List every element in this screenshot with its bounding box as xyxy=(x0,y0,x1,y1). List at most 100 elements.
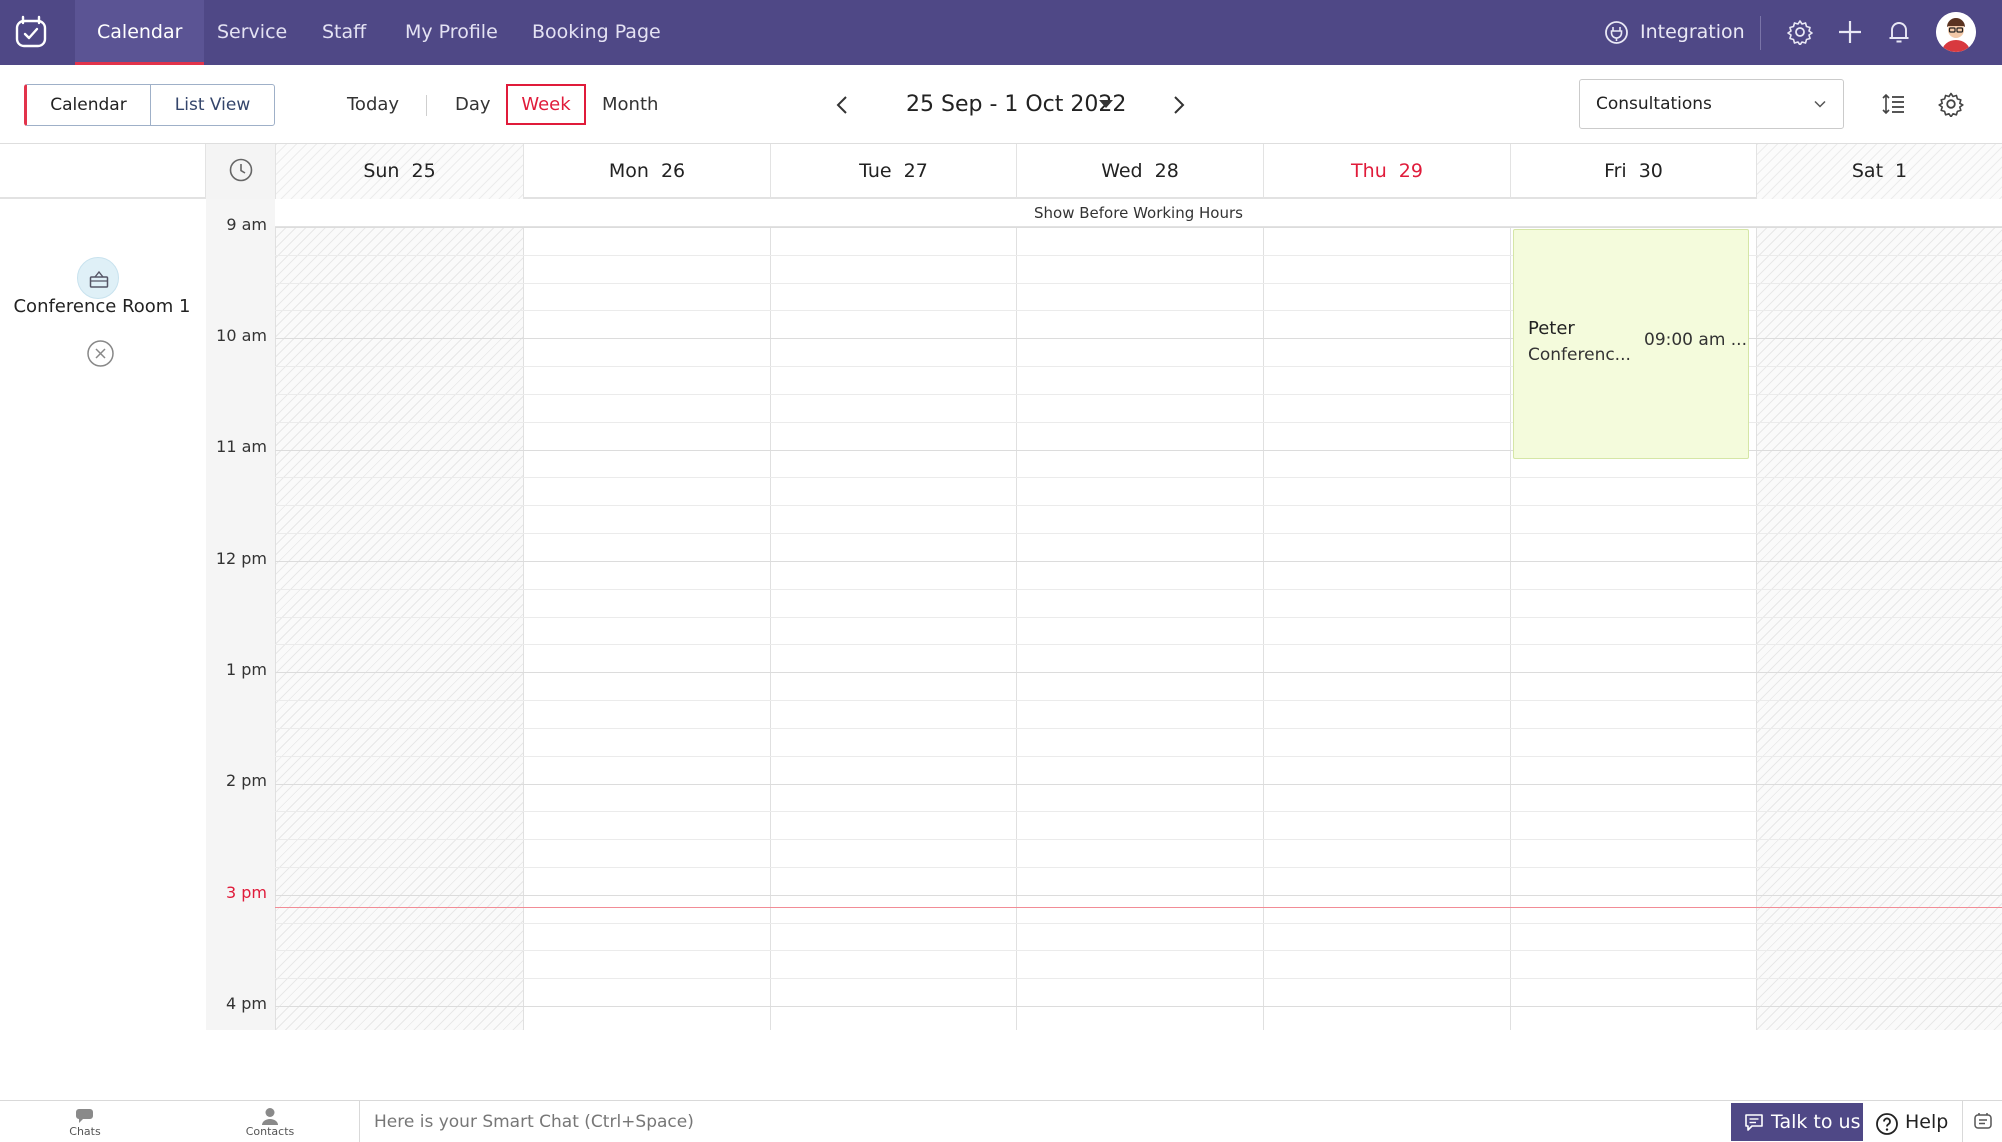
day-header-fri[interactable]: Fri 30 xyxy=(1510,144,1756,199)
sort-density-icon[interactable] xyxy=(1881,91,1907,117)
tab-my-profile[interactable]: My Profile xyxy=(405,0,498,65)
app-logo-icon[interactable] xyxy=(14,15,48,49)
grid-line xyxy=(275,477,2002,478)
day-column-sun[interactable] xyxy=(275,227,523,1030)
grid-line xyxy=(275,700,2002,701)
time-label: 12 pm xyxy=(215,549,267,568)
day-column-tue[interactable] xyxy=(770,227,1016,1030)
message-icon xyxy=(1745,1114,1763,1131)
appointment-card[interactable]: Peter Conferenc... 09:00 am ... xyxy=(1513,229,1749,459)
grid-line xyxy=(275,644,2002,645)
day-number: 28 xyxy=(1154,160,1179,182)
day-number: 27 xyxy=(903,160,928,182)
current-time-label: 3 pm xyxy=(225,883,267,902)
time-label: 11 am xyxy=(216,437,267,456)
nav-divider xyxy=(1760,16,1761,50)
grid-line xyxy=(275,895,2002,896)
settings-icon[interactable] xyxy=(1787,19,1813,45)
day-name: Tue xyxy=(859,160,892,182)
grid-line xyxy=(275,617,2002,618)
grid-line xyxy=(275,533,2002,534)
tab-calendar[interactable]: Calendar xyxy=(75,0,205,65)
week-view-button[interactable]: Week xyxy=(506,84,586,125)
day-name: Sat xyxy=(1851,160,1884,182)
time-label: 1 pm xyxy=(225,660,267,679)
resource-header-blank xyxy=(0,144,206,199)
conference-room-icon xyxy=(89,270,109,288)
day-header-tue[interactable]: Tue 27 xyxy=(770,144,1016,199)
contacts-button[interactable]: Contacts xyxy=(240,1101,300,1142)
clock-icon xyxy=(229,158,253,182)
calendar-settings-icon[interactable] xyxy=(1938,91,1964,117)
service-filter-dropdown[interactable]: Consultations xyxy=(1579,79,1844,129)
bell-icon[interactable] xyxy=(1886,19,1912,45)
calendar-toolbar: Calendar List View Today Day Week Month … xyxy=(0,65,2002,144)
grid-line xyxy=(275,561,2002,562)
grid-line xyxy=(275,950,2002,951)
day-number: 26 xyxy=(660,160,686,182)
support-widget[interactable] xyxy=(1962,1101,2002,1142)
tab-service[interactable]: Service xyxy=(217,0,287,65)
calendar-footer-space xyxy=(0,1030,2002,1100)
month-view-button[interactable]: Month xyxy=(602,84,658,126)
day-name: Fri xyxy=(1604,160,1627,182)
top-navigation: Calendar Service Staff My Profile Bookin… xyxy=(0,0,2002,65)
day-number: 1 xyxy=(1895,160,1908,182)
day-header-sat[interactable]: Sat 1 xyxy=(1756,144,2002,199)
day-header-mon[interactable]: Mon 26 xyxy=(523,144,770,199)
tab-booking-page[interactable]: Booking Page xyxy=(532,0,661,65)
day-header-sun[interactable]: Sun 25 xyxy=(275,144,523,199)
next-week-arrow-icon[interactable] xyxy=(1165,92,1191,118)
day-header-thu[interactable]: Thu 29 xyxy=(1263,144,1510,199)
contacts-label: Contacts xyxy=(245,1125,295,1138)
grid-line xyxy=(275,672,2002,673)
day-header-wed[interactable]: Wed 28 xyxy=(1016,144,1263,199)
day-column-sat[interactable] xyxy=(1756,227,2002,1030)
show-before-working-hours-link[interactable]: Show Before Working Hours xyxy=(275,199,2002,227)
grid-line xyxy=(275,811,2002,812)
talk-to-us-button[interactable]: Talk to us xyxy=(1731,1103,1863,1141)
grid-line xyxy=(275,756,2002,757)
date-range-caret-icon[interactable] xyxy=(1099,100,1113,108)
day-number: 29 xyxy=(1398,160,1423,182)
grid-line xyxy=(275,1006,2002,1007)
resource-name: Conference Room 1 xyxy=(13,296,191,317)
previous-week-arrow-icon[interactable] xyxy=(830,92,856,118)
integration-link[interactable]: Integration xyxy=(1640,0,1745,65)
grid-line xyxy=(275,923,2002,924)
day-name: Mon xyxy=(608,160,649,182)
day-name: Sun xyxy=(363,160,400,182)
smart-chat-input[interactable]: Here is your Smart Chat (Ctrl+Space) xyxy=(374,1101,694,1142)
today-button[interactable]: Today xyxy=(347,84,399,126)
chats-button[interactable]: Chats xyxy=(62,1101,108,1142)
bottom-bar: Chats Contacts Here is your Smart Chat (… xyxy=(0,1100,2002,1142)
day-view-button[interactable]: Day xyxy=(455,84,491,126)
grid-line xyxy=(275,839,2002,840)
week-grid: Show Before Working Hours Peter Conferen… xyxy=(275,199,2002,1030)
add-icon[interactable] xyxy=(1837,19,1863,45)
grid-line xyxy=(275,728,2002,729)
time-column-header xyxy=(206,144,275,199)
support-icon xyxy=(1974,1113,1992,1129)
day-column-mon[interactable] xyxy=(523,227,770,1030)
day-column-thu[interactable] xyxy=(1263,227,1510,1030)
list-view-toggle[interactable]: List View xyxy=(150,84,275,126)
date-range-label[interactable]: 25 Sep - 1 Oct 2022 xyxy=(906,84,1126,126)
integration-icon[interactable] xyxy=(1604,20,1629,45)
appointment-time: 09:00 am ... xyxy=(1644,330,1747,350)
remove-resource-close-icon[interactable] xyxy=(86,339,115,368)
avatar[interactable] xyxy=(1936,12,1976,52)
appointment-service: Conferenc... xyxy=(1528,345,1631,365)
time-gutter: 9 am 10 am 11 am 12 pm 1 pm 2 pm 3 pm 4 … xyxy=(206,199,275,1030)
day-name: Thu xyxy=(1351,160,1387,182)
time-label: 4 pm xyxy=(225,994,267,1013)
time-label: 2 pm xyxy=(225,771,267,790)
tab-staff[interactable]: Staff xyxy=(322,0,366,65)
talk-to-us-label: Talk to us xyxy=(1771,1111,1861,1133)
contacts-icon xyxy=(262,1108,278,1125)
day-column-wed[interactable] xyxy=(1016,227,1263,1030)
grid-line xyxy=(275,505,2002,506)
resource-avatar xyxy=(77,257,119,299)
calendar-view-toggle[interactable]: Calendar xyxy=(24,84,151,126)
appointment-customer: Peter xyxy=(1528,318,1575,339)
